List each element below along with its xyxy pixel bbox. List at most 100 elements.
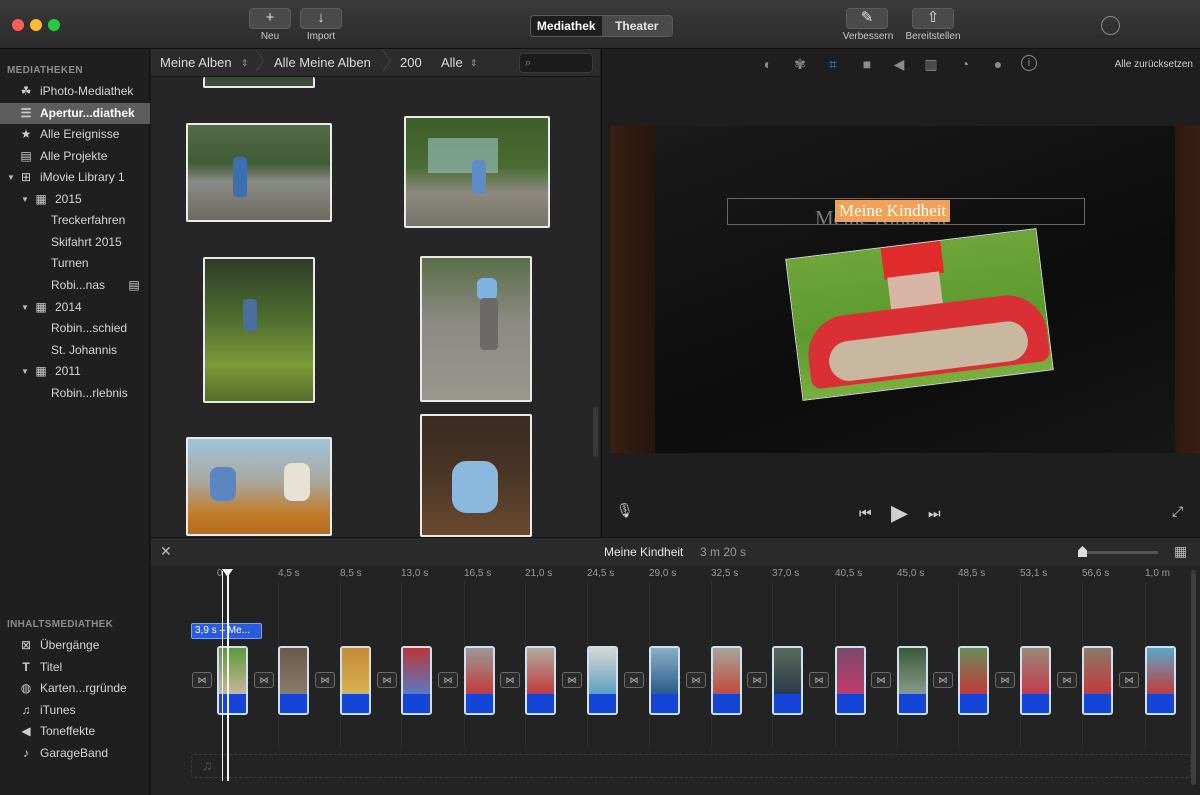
transition-marker[interactable]: ⋈	[933, 672, 953, 688]
sidebar-item-all-events[interactable]: ★ Alle Ereignisse	[0, 124, 150, 145]
sidebar-item-event[interactable]: Treckerfahren	[0, 210, 150, 231]
photo-thumbnail[interactable]	[186, 437, 332, 536]
photo-thumbnail[interactable]	[420, 414, 532, 537]
transition-marker[interactable]: ⋈	[624, 672, 644, 688]
reset-all-button[interactable]: Alle zurücksetzen	[1115, 59, 1193, 70]
timeline-clip[interactable]	[401, 646, 432, 715]
new-button[interactable]: +	[249, 8, 291, 29]
crop-icon[interactable]: ⌗	[824, 55, 842, 73]
transition-marker[interactable]: ⋈	[1119, 672, 1139, 688]
sidebar-item-2014[interactable]: ▼ ▦ 2014	[0, 297, 150, 318]
transition-marker[interactable]: ⋈	[438, 672, 458, 688]
timeline-clip[interactable]	[1082, 646, 1113, 715]
timeline-clip[interactable]	[1020, 646, 1051, 715]
transition-marker[interactable]: ⋈	[747, 672, 767, 688]
microphone-icon[interactable]: 🎙	[616, 502, 634, 519]
tab-theater[interactable]: Theater	[602, 16, 673, 36]
photo-thumbnail[interactable]	[186, 123, 332, 222]
sidebar-item-sound-effects[interactable]: ◀ Toneffekte	[0, 721, 150, 742]
timeline-clip[interactable]	[897, 646, 928, 715]
background-music-lane[interactable]: ♫	[191, 754, 1191, 778]
film-strip-icon[interactable]: ▦	[1174, 543, 1187, 560]
transition-marker[interactable]: ⋈	[686, 672, 706, 688]
sidebar-item-transitions[interactable]: ⊠ Übergänge	[0, 635, 150, 656]
timeline-scrollbar[interactable]	[1191, 570, 1196, 785]
breadcrumb-all-albums[interactable]: Alle Meine Alben	[274, 49, 371, 77]
timeline-clip[interactable]	[464, 646, 495, 715]
volume-icon[interactable]: ◀	[890, 55, 908, 73]
play-icon[interactable]: ▶	[891, 500, 908, 526]
import-button[interactable]: ↓	[300, 8, 342, 29]
transition-marker[interactable]: ⋈	[254, 672, 274, 688]
skip-back-icon[interactable]: ⏮	[859, 505, 872, 522]
timeline-clip[interactable]	[649, 646, 680, 715]
close-window-button[interactable]	[12, 19, 24, 31]
sidebar-item-2011[interactable]: ▼ ▦ 2011	[0, 361, 150, 382]
timeline-clip[interactable]	[958, 646, 989, 715]
timeline-clip[interactable]	[1145, 646, 1176, 715]
timeline-clip[interactable]	[711, 646, 742, 715]
sidebar-item-event[interactable]: Skifahrt 2015	[0, 232, 150, 253]
timeline-clip[interactable]	[525, 646, 556, 715]
sidebar-item-aperture[interactable]: ☰ Apertur...diathek	[0, 103, 150, 124]
transition-marker[interactable]: ⋈	[377, 672, 397, 688]
search-field[interactable]: ⌕	[519, 53, 593, 73]
equalizer-icon[interactable]: ▥	[922, 55, 940, 73]
sidebar-item-maps[interactable]: ◍ Karten...rgründe	[0, 678, 150, 699]
close-timeline-icon[interactable]: ✕	[160, 543, 172, 560]
sidebar-item-project[interactable]: Robi...nas ▤	[0, 275, 150, 296]
clip-filter-icon[interactable]: ●	[989, 55, 1007, 73]
title-text-selected[interactable]: Meine Kindheit	[835, 200, 951, 222]
color-balance-icon[interactable]: ◐	[759, 55, 777, 73]
zoom-window-button[interactable]	[48, 19, 60, 31]
filter-popup[interactable]: Alle	[441, 49, 463, 77]
video-preview[interactable]: Meine Kindheit Meine Kindheit	[610, 126, 1200, 453]
breadcrumb-my-albums[interactable]: Meine Alben	[160, 49, 232, 77]
sidebar-item-2015[interactable]: ▼ ▦ 2015	[0, 189, 150, 210]
browser-scrollbar[interactable]	[593, 407, 598, 457]
timeline-clip[interactable]	[835, 646, 866, 715]
photo-thumbnail[interactable]	[203, 257, 315, 403]
timeline-clip[interactable]	[587, 646, 618, 715]
sidebar-item-garageband[interactable]: ♪ GarageBand	[0, 743, 150, 764]
sidebar-item-iphoto[interactable]: ☘ iPhoto-Mediathek	[0, 81, 150, 102]
transition-marker[interactable]: ⋈	[315, 672, 335, 688]
zoom-slider-knob[interactable]	[1078, 546, 1087, 557]
share-button[interactable]: ⇧	[912, 8, 954, 29]
video-camera-icon[interactable]: ■	[858, 55, 876, 73]
background-tasks-indicator[interactable]	[1101, 16, 1120, 35]
palette-icon[interactable]: ✾	[791, 55, 809, 73]
info-icon[interactable]: i	[1021, 55, 1037, 71]
transition-marker[interactable]: ⋈	[995, 672, 1015, 688]
skip-forward-icon[interactable]: ⏭	[928, 505, 941, 522]
enhance-button[interactable]: ✎	[846, 8, 888, 29]
sidebar-item-titles[interactable]: T Titel	[0, 657, 150, 678]
sidebar-item-imovie-library[interactable]: ▼ ⊞ iMovie Library 1	[0, 167, 150, 188]
disclosure-triangle-icon[interactable]: ▼	[7, 167, 15, 188]
sidebar-item-all-projects[interactable]: ▤ Alle Projekte	[0, 146, 150, 167]
timeline-clip[interactable]	[278, 646, 309, 715]
tab-mediathek[interactable]: Mediathek	[531, 16, 602, 36]
photo-thumbnail[interactable]	[420, 256, 532, 402]
timeline-clip[interactable]	[772, 646, 803, 715]
transition-marker[interactable]: ⋈	[1057, 672, 1077, 688]
sidebar-item-event[interactable]: St. Johannis	[0, 340, 150, 361]
minimize-window-button[interactable]	[30, 19, 42, 31]
timeline-clip[interactable]	[340, 646, 371, 715]
breadcrumb-200[interactable]: 200	[400, 49, 422, 77]
transition-marker[interactable]: ⋈	[809, 672, 829, 688]
sidebar-item-event[interactable]: Robin...schied	[0, 318, 150, 339]
photo-thumbnail[interactable]	[404, 116, 550, 228]
photo-thumbnail[interactable]	[203, 77, 315, 88]
transition-marker[interactable]: ⋈	[871, 672, 891, 688]
disclosure-triangle-icon[interactable]: ▼	[21, 361, 29, 382]
disclosure-triangle-icon[interactable]: ▼	[21, 189, 29, 210]
sidebar-item-event[interactable]: Turnen	[0, 253, 150, 274]
transition-marker[interactable]: ⋈	[192, 672, 212, 688]
transition-marker[interactable]: ⋈	[500, 672, 520, 688]
playhead[interactable]	[227, 571, 229, 781]
sidebar-item-event[interactable]: Robin...rlebnis	[0, 383, 150, 404]
fullscreen-icon[interactable]: ⤢	[1172, 503, 1183, 520]
speedometer-icon[interactable]: ◔	[956, 55, 974, 73]
sidebar-item-itunes[interactable]: ♫ iTunes	[0, 700, 150, 721]
